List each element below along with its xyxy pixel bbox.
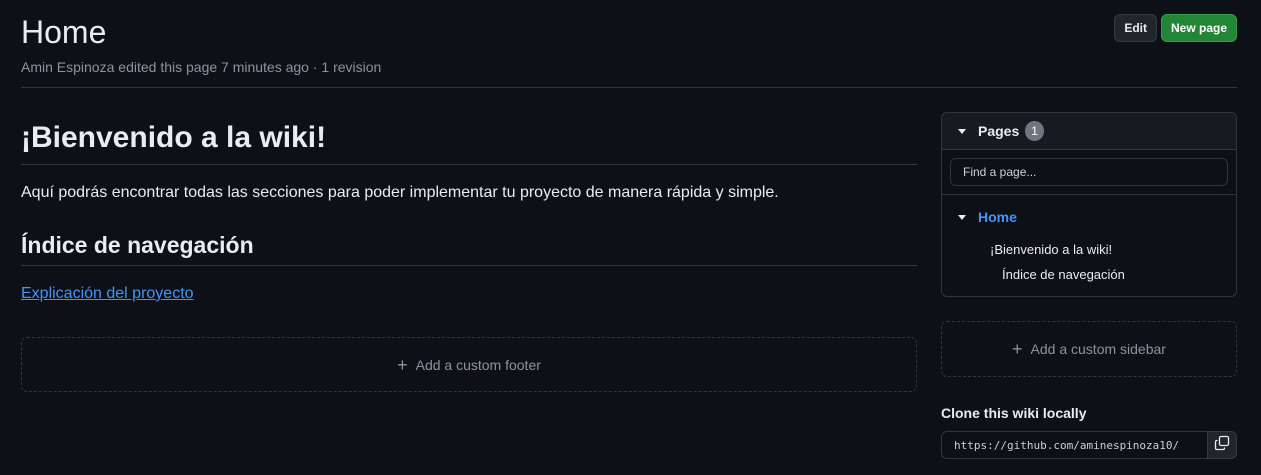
new-page-button[interactable]: New page bbox=[1160, 14, 1237, 42]
page-tree-home[interactable]: Home bbox=[942, 197, 1236, 237]
content-paragraph: Aquí podrás encontrar todas las seccione… bbox=[21, 184, 779, 201]
clone-wiki-title: Clone this wiki locally bbox=[941, 405, 1087, 421]
header-actions: Edit New page bbox=[1114, 14, 1237, 42]
add-custom-sidebar-label: Add a custom sidebar bbox=[1030, 341, 1166, 357]
plus-icon: + bbox=[1012, 339, 1023, 359]
edit-button[interactable]: Edit bbox=[1114, 14, 1157, 42]
plus-icon: + bbox=[397, 354, 408, 375]
add-custom-footer-button[interactable]: + Add a custom footer bbox=[21, 337, 917, 392]
copy-icon bbox=[1214, 435, 1230, 456]
wiki-content: ¡Bienvenido a la wiki! Aquí podrás encon… bbox=[21, 112, 917, 306]
triangle-down-icon bbox=[958, 128, 966, 134]
content-heading-index: Índice de navegación bbox=[21, 229, 917, 266]
page-title: Home bbox=[21, 14, 107, 50]
page-meta: Amin Espinoza edited this page 7 minutes… bbox=[21, 58, 1237, 76]
pages-count-badge: 1 bbox=[1025, 121, 1044, 141]
project-explanation-link[interactable]: Explicación del proyecto bbox=[21, 282, 194, 306]
triangle-down-icon[interactable] bbox=[958, 214, 966, 220]
add-custom-sidebar-button[interactable]: + Add a custom sidebar bbox=[941, 321, 1237, 377]
page-header: Home Amin Espinoza edited this page 7 mi… bbox=[21, 12, 1237, 88]
wiki-sidebar: Pages 1 Home ¡Bienvenido a la wiki! Índi… bbox=[941, 112, 1237, 459]
edit-info: edited this page 7 minutes ago · 1 revis… bbox=[118, 59, 382, 75]
pages-toggle[interactable]: Pages 1 bbox=[942, 113, 1236, 150]
toc-item-indice[interactable]: Índice de navegación bbox=[942, 262, 1236, 287]
pages-label: Pages bbox=[978, 123, 1020, 139]
toc-item-bienvenido[interactable]: ¡Bienvenido a la wiki! bbox=[942, 237, 1236, 262]
author-name[interactable]: Amin Espinoza bbox=[21, 59, 114, 75]
content-heading-welcome: ¡Bienvenido a la wiki! bbox=[21, 116, 917, 165]
find-page-input[interactable] bbox=[950, 158, 1228, 186]
clone-url-input[interactable] bbox=[941, 431, 1207, 459]
add-custom-footer-label: Add a custom footer bbox=[415, 356, 541, 373]
find-page-wrapper bbox=[942, 150, 1236, 195]
pages-panel: Pages 1 Home ¡Bienvenido a la wiki! Índi… bbox=[941, 112, 1237, 297]
home-page-link[interactable]: Home bbox=[978, 209, 1017, 225]
copy-url-button[interactable] bbox=[1207, 431, 1237, 459]
clone-url-row bbox=[941, 431, 1237, 459]
